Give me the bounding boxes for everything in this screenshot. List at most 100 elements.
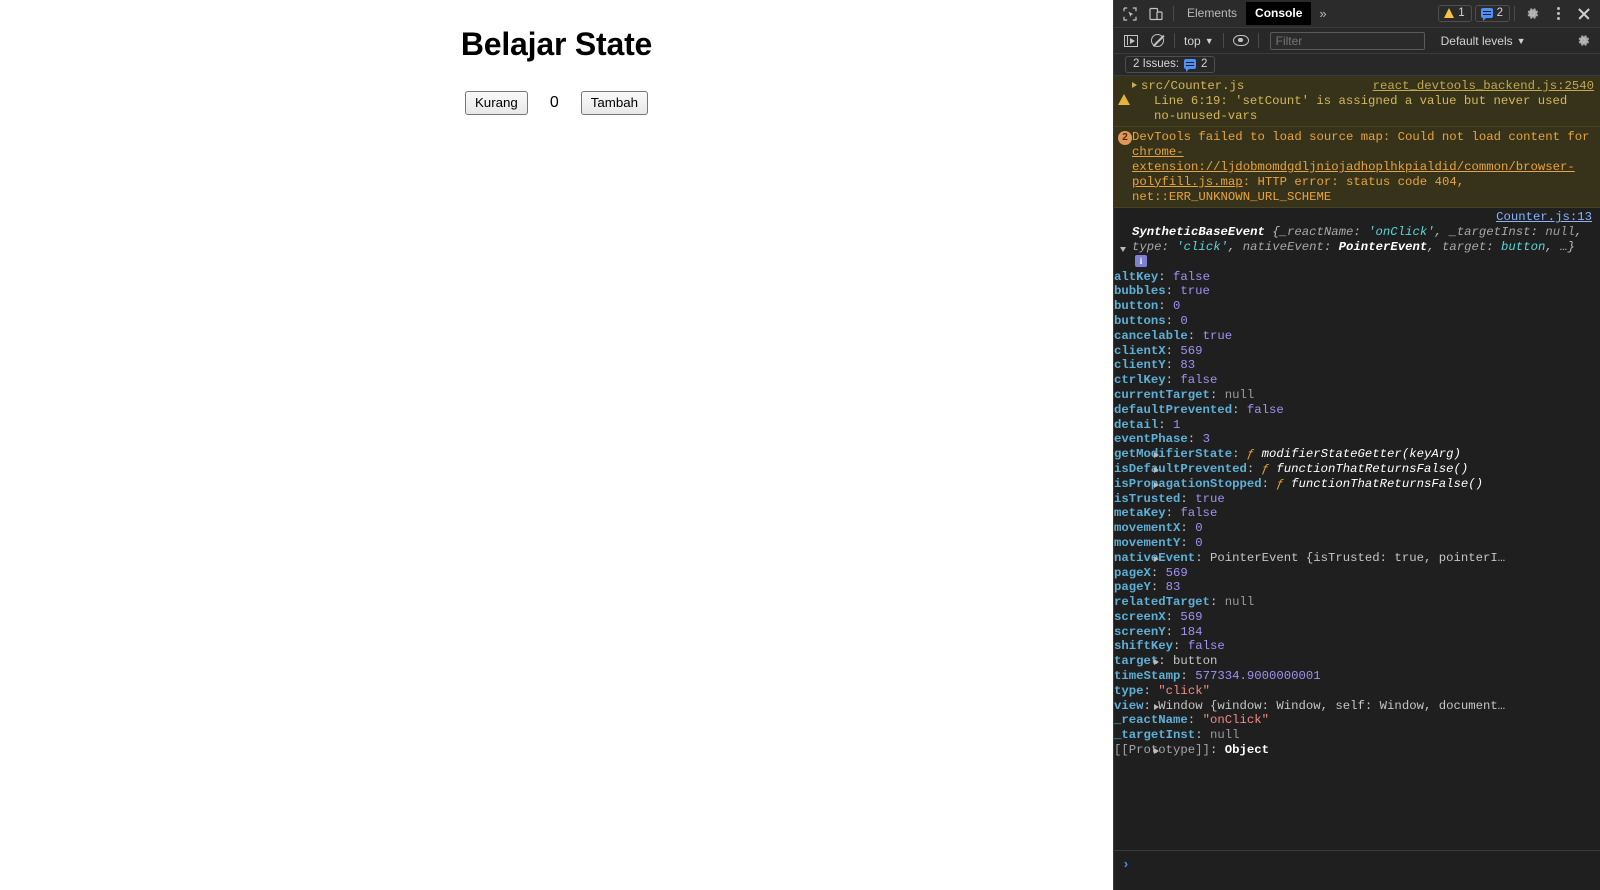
- settings-gear-icon[interactable]: [1519, 2, 1545, 26]
- property-separator: :: [1195, 728, 1210, 743]
- object-property-row[interactable]: isDefaultPrevented: ƒ functionThatReturn…: [1114, 462, 1600, 477]
- property-name: ctrlKey: [1114, 373, 1166, 388]
- inspect-element-icon[interactable]: [1117, 2, 1143, 26]
- property-name: isTrusted: [1114, 491, 1181, 506]
- gear-glyph-2: [1578, 35, 1589, 46]
- console-input-prompt[interactable]: ›: [1114, 850, 1600, 890]
- expand-arrow-icon[interactable]: [1154, 555, 1159, 562]
- tab-console[interactable]: Console: [1246, 2, 1312, 25]
- clear-console-button[interactable]: [1144, 29, 1170, 53]
- property-separator: :: [1232, 402, 1247, 417]
- warning-source-link[interactable]: react_devtools_backend.js:2540: [1373, 79, 1594, 94]
- console-object-log[interactable]: Counter.js:13 SyntheticBaseEvent {_react…: [1114, 208, 1600, 760]
- tab-elements[interactable]: Elements: [1178, 2, 1246, 25]
- issues-bar: 2 Issues: 2: [1114, 54, 1600, 76]
- preview-val-3: PointerEvent: [1338, 239, 1428, 254]
- property-separator: :: [1180, 521, 1196, 536]
- property-name: detail: [1114, 417, 1159, 432]
- property-separator: :: [1165, 624, 1181, 639]
- property-name: defaultPrevented: [1114, 402, 1233, 417]
- property-value: false: [1187, 639, 1225, 654]
- expand-arrow-icon[interactable]: [1154, 659, 1159, 666]
- console-toolbar: top ▼ Default levels ▼: [1114, 28, 1600, 54]
- console-filter-input[interactable]: [1269, 31, 1425, 50]
- console-error-row[interactable]: 2 DevTools failed to load source map: Co…: [1114, 127, 1600, 209]
- property-value: false: [1180, 373, 1218, 388]
- execution-context-label: top: [1184, 33, 1201, 48]
- issues-label: 2 Issues:: [1133, 58, 1180, 70]
- object-property-row[interactable]: view: Window {window: Window, self: Wind…: [1114, 699, 1600, 714]
- expand-arrow-icon[interactable]: [1132, 82, 1137, 88]
- decrement-button[interactable]: Kurang: [464, 91, 528, 115]
- expand-arrow-icon[interactable]: [1154, 452, 1159, 459]
- object-property-row[interactable]: target: button: [1114, 654, 1600, 669]
- property-value: "click": [1158, 683, 1210, 698]
- message-count-badge[interactable]: 2: [1474, 5, 1510, 22]
- preview-key-4: target: [1442, 239, 1487, 254]
- preview-key-0: _reactName: [1279, 225, 1354, 240]
- property-name: eventPhase: [1114, 432, 1188, 447]
- chevron-down-icon: ▼: [1204, 35, 1214, 46]
- property-name: clientX: [1114, 343, 1166, 358]
- chevron-down-icon-levels: ▼: [1516, 35, 1526, 46]
- property-value: 0: [1195, 535, 1203, 550]
- log-levels-selector[interactable]: Default levels ▼: [1435, 34, 1532, 48]
- object-property-row[interactable]: getModifierState: ƒ modifierStateGetter(…: [1114, 447, 1600, 462]
- object-property-row[interactable]: [[Prototype]]: Object: [1114, 743, 1600, 758]
- console-log-area[interactable]: react_devtools_backend.js:2540 src/Count…: [1114, 76, 1600, 850]
- object-source-link[interactable]: Counter.js:13: [1496, 210, 1592, 224]
- expand-arrow-icon[interactable]: [1154, 748, 1159, 755]
- function-glyph-icon: ƒ: [1276, 476, 1292, 491]
- console-settings-gear-icon[interactable]: [1570, 29, 1596, 53]
- property-name: _targetInst: [1114, 728, 1196, 743]
- property-name: movementY: [1114, 535, 1181, 550]
- inspect-cursor-glyph: [1123, 6, 1137, 21]
- live-expression-eye-icon[interactable]: [1228, 29, 1254, 53]
- property-name: shiftKey: [1114, 639, 1174, 654]
- property-name: bubbles: [1114, 284, 1166, 299]
- log-levels-label: Default levels: [1440, 33, 1513, 48]
- property-value: true: [1195, 491, 1225, 506]
- property-name: view: [1114, 698, 1144, 713]
- console-sidebar-toggle-icon[interactable]: [1118, 29, 1144, 53]
- preview-ellipsis: …}: [1560, 239, 1575, 254]
- object-property-row: _targetInst: null: [1114, 728, 1600, 743]
- property-separator: :: [1165, 506, 1181, 521]
- object-property-row: clientX: 569: [1114, 344, 1600, 359]
- device-toolbar-icon[interactable]: [1143, 2, 1169, 26]
- more-options-icon[interactable]: [1545, 2, 1571, 26]
- preview-val-1: null: [1545, 225, 1575, 240]
- info-badge-icon[interactable]: i: [1135, 255, 1147, 268]
- property-value: functionThatReturnsFalse(): [1291, 476, 1483, 491]
- object-property-row: pageX: 569: [1114, 566, 1600, 581]
- more-tabs-icon[interactable]: »: [1311, 6, 1334, 21]
- property-name: getModifierState: [1114, 447, 1233, 462]
- error-count-icon: 2: [1118, 131, 1132, 146]
- object-preview-line[interactable]: SyntheticBaseEvent {_reactName: 'onClick…: [1114, 225, 1600, 269]
- expand-arrow-icon[interactable]: [1154, 466, 1159, 473]
- expand-arrow-icon[interactable]: [1154, 703, 1159, 710]
- execution-context-selector[interactable]: top ▼: [1179, 34, 1219, 48]
- object-property-row: eventPhase: 3: [1114, 432, 1600, 447]
- object-property-row[interactable]: nativeEvent: PointerEvent {isTrusted: tr…: [1114, 551, 1600, 566]
- property-separator: :: [1165, 358, 1181, 373]
- expand-arrow-icon[interactable]: [1154, 481, 1159, 488]
- close-devtools-button[interactable]: [1571, 2, 1597, 26]
- issues-button[interactable]: 2 Issues: 2: [1125, 56, 1216, 73]
- increment-button[interactable]: Tambah: [580, 91, 649, 115]
- property-name: screenX: [1114, 609, 1166, 624]
- object-property-row: button: 0: [1114, 299, 1600, 314]
- toolbar-divider-2: [1514, 6, 1515, 21]
- warning-count-badge[interactable]: 1: [1438, 5, 1472, 22]
- property-value: 0: [1173, 299, 1181, 314]
- property-name: altKey: [1114, 269, 1159, 284]
- property-value: true: [1202, 328, 1233, 343]
- object-property-row: movementX: 0: [1114, 521, 1600, 536]
- gear-glyph: [1527, 8, 1538, 19]
- object-property-row[interactable]: isPropagationStopped: ƒ functionThatRetu…: [1114, 477, 1600, 492]
- collapse-arrow-icon[interactable]: [1120, 244, 1130, 259]
- issues-count: 2: [1201, 58, 1208, 70]
- issues-message-icon: [1184, 59, 1197, 72]
- console-warning-row[interactable]: react_devtools_backend.js:2540 src/Count…: [1114, 76, 1600, 128]
- property-separator: :: [1261, 476, 1277, 491]
